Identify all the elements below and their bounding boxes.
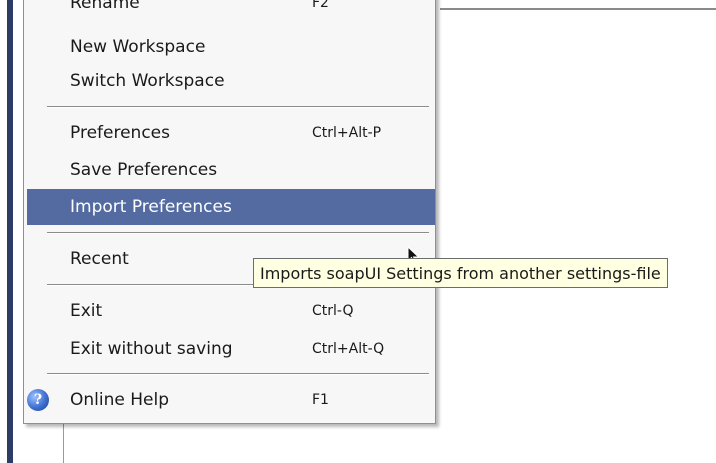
menu-item-label: Recent [70,249,129,269]
menu-item-label: Preferences [70,123,170,143]
file-menu: Rename F2 New Workspace Switch Workspace… [23,0,436,424]
menu-item-preferences[interactable]: Preferences Ctrl+Alt-P [24,115,435,151]
menu-item-label: Rename [70,0,140,13]
menu-item-label: Exit [70,301,103,321]
menu-item-shortcut: Ctrl+Alt-Q [312,341,385,357]
menu-item-exit[interactable]: Exit Ctrl-Q [24,293,435,329]
menu-separator [47,373,429,375]
menu-item-switch-workspace[interactable]: Switch Workspace [24,63,435,99]
menu-item-label: Import Preferences [70,197,232,217]
menu-item-shortcut: Ctrl-Q [312,303,354,319]
tooltip: Imports soapUI Settings from another set… [253,258,668,288]
menu-item-exit-without-saving[interactable]: Exit without saving Ctrl+Alt-Q [24,331,435,367]
tooltip-text: Imports soapUI Settings from another set… [260,263,661,283]
menu-item-online-help[interactable]: ? Online Help F1 [24,382,435,418]
menu-separator [47,232,429,234]
menu-item-shortcut: F1 [312,392,329,408]
menu-item-rename[interactable]: Rename F2 [24,0,435,21]
menu-item-label: Exit without saving [70,339,233,359]
menu-item-shortcut: F2 [312,0,329,11]
window-top-edge [440,8,716,10]
menu-item-import-preferences[interactable]: Import Preferences [27,189,435,225]
menu-item-label: New Workspace [70,37,206,57]
menu-item-label: Save Preferences [70,160,218,180]
menu-item-label: Online Help [70,390,169,410]
menu-item-save-preferences[interactable]: Save Preferences [24,152,435,188]
menu-item-new-workspace[interactable]: New Workspace [24,29,435,65]
menu-separator [47,106,429,108]
help-icon: ? [27,389,49,411]
menu-item-shortcut: Ctrl+Alt-P [312,125,382,141]
menu-item-label: Switch Workspace [70,71,225,91]
